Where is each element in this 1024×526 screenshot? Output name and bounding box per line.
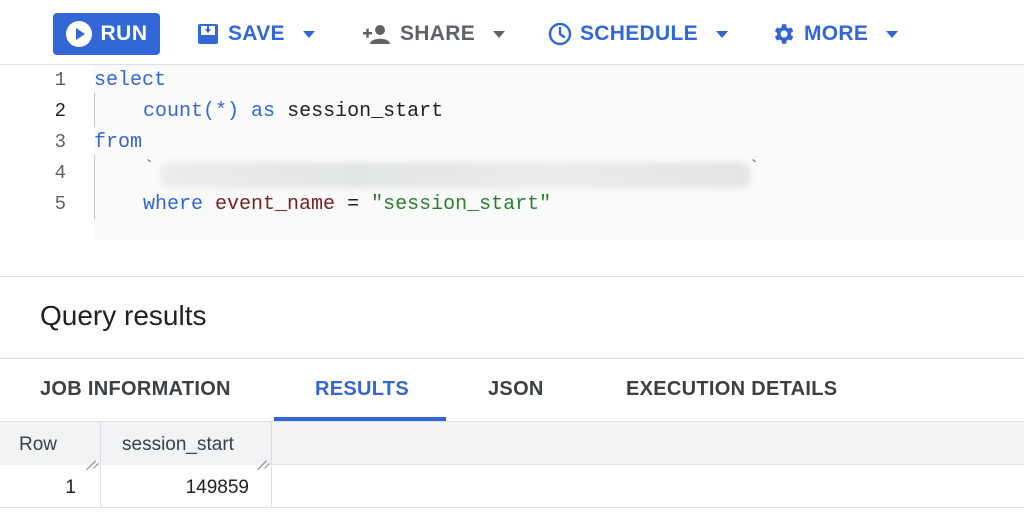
column-name: event_name: [215, 193, 336, 216]
column-header-label: Row: [19, 434, 58, 455]
line-number: 5: [54, 193, 66, 215]
tab-results[interactable]: RESULTS: [315, 378, 409, 401]
indent-guide: [94, 155, 95, 219]
column-header-session-start: session_start: [101, 422, 272, 465]
more-label: MORE: [804, 22, 869, 45]
results-title: Query results: [40, 300, 207, 331]
tab-execution-details[interactable]: EXECUTION DETAILS: [626, 378, 837, 401]
chevron-down-icon: [715, 30, 728, 38]
keyword: from: [94, 131, 143, 154]
session-start-cell: 149859: [101, 466, 272, 508]
table-row: 1 149859: [0, 466, 1024, 508]
save-icon: [198, 24, 218, 44]
function-call: count(*): [143, 100, 240, 123]
more-button[interactable]: MORE: [770, 13, 899, 55]
query-toolbar: RUN SAVE SHARE SCHEDULE MORE: [0, 0, 1024, 65]
divider: [0, 358, 1024, 359]
cell-value: 149859: [185, 477, 249, 498]
line-number: 4: [54, 162, 66, 184]
save-button[interactable]: SAVE: [196, 13, 315, 55]
keyword: where: [143, 193, 204, 216]
line-number: 3: [54, 131, 66, 153]
code-line-5: where event_name = "session_start": [143, 193, 551, 216]
share-button[interactable]: SHARE: [362, 13, 506, 55]
run-button[interactable]: RUN: [53, 13, 160, 55]
column-resize-handle[interactable]: [257, 451, 267, 461]
backtick-open: `: [143, 158, 156, 181]
code-line-1: select: [94, 69, 166, 92]
row-number: 1: [65, 477, 76, 498]
person-add-icon: [363, 25, 390, 44]
chevron-down-icon: [302, 30, 315, 38]
backtick-close: `: [748, 158, 761, 181]
sql-editor[interactable]: 1 2 3 4 5 select count(*) as session_sta…: [0, 65, 1024, 277]
string-literal: "session_start": [371, 193, 552, 216]
play-icon: [65, 21, 92, 47]
row-number-cell: 1: [0, 466, 101, 508]
share-label: SHARE: [400, 22, 476, 45]
gear-icon: [774, 24, 794, 44]
column-header-label: session_start: [122, 434, 234, 455]
run-label: RUN: [100, 22, 148, 45]
clock-icon: [548, 22, 572, 46]
redacted-table-name: [160, 162, 750, 188]
code-line-2: count(*) as session_start: [143, 100, 443, 123]
operator: =: [347, 193, 360, 216]
schedule-button[interactable]: SCHEDULE: [548, 13, 728, 55]
tab-json[interactable]: JSON: [488, 378, 544, 401]
keyword: as: [251, 100, 276, 123]
keyword: select: [94, 69, 167, 92]
tab-job-information[interactable]: JOB INFORMATION: [40, 378, 231, 401]
indent-guide: [94, 93, 95, 127]
schedule-label: SCHEDULE: [580, 22, 698, 45]
line-number: 1: [54, 69, 66, 91]
column-resize-handle[interactable]: [86, 451, 96, 461]
code-line-3: from: [94, 131, 142, 154]
line-number-active: 2: [54, 100, 66, 122]
table-header: Row session_start: [0, 422, 1024, 465]
save-label: SAVE: [228, 22, 285, 45]
alias: session_start: [287, 100, 444, 123]
column-header-row: Row: [0, 422, 101, 465]
chevron-down-icon: [886, 30, 899, 38]
chevron-down-icon: [493, 30, 506, 38]
